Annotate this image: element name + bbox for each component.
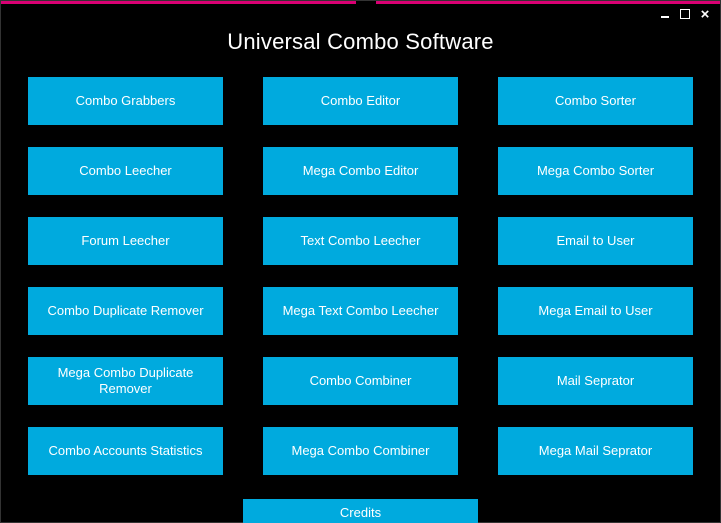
mail-seprator-button[interactable]: Mail Seprator <box>498 357 693 405</box>
mega-mail-seprator-button[interactable]: Mega Mail Seprator <box>498 427 693 475</box>
button-grid: Combo Grabbers Combo Editor Combo Sorter… <box>1 65 720 475</box>
mega-combo-editor-button[interactable]: Mega Combo Editor <box>263 147 458 195</box>
accent-bar-left <box>1 1 356 4</box>
minimize-button[interactable] <box>658 7 672 21</box>
forum-leecher-button[interactable]: Forum Leecher <box>28 217 223 265</box>
combo-accounts-statistics-button[interactable]: Combo Accounts Statistics <box>28 427 223 475</box>
email-to-user-button[interactable]: Email to User <box>498 217 693 265</box>
combo-combiner-button[interactable]: Combo Combiner <box>263 357 458 405</box>
text-combo-leecher-button[interactable]: Text Combo Leecher <box>263 217 458 265</box>
mega-combo-combiner-button[interactable]: Mega Combo Combiner <box>263 427 458 475</box>
combo-sorter-button[interactable]: Combo Sorter <box>498 77 693 125</box>
footer: Credits <box>1 499 720 523</box>
combo-duplicate-remover-button[interactable]: Combo Duplicate Remover <box>28 287 223 335</box>
credits-button[interactable]: Credits <box>243 499 478 523</box>
combo-grabbers-button[interactable]: Combo Grabbers <box>28 77 223 125</box>
maximize-button[interactable] <box>678 7 692 21</box>
mega-combo-sorter-button[interactable]: Mega Combo Sorter <box>498 147 693 195</box>
app-title: Universal Combo Software <box>1 1 720 65</box>
combo-editor-button[interactable]: Combo Editor <box>263 77 458 125</box>
window-controls: × <box>658 7 712 21</box>
close-button[interactable]: × <box>698 7 712 21</box>
mega-text-combo-leecher-button[interactable]: Mega Text Combo Leecher <box>263 287 458 335</box>
combo-leecher-button[interactable]: Combo Leecher <box>28 147 223 195</box>
accent-bar-right <box>376 1 720 4</box>
mega-email-to-user-button[interactable]: Mega Email to User <box>498 287 693 335</box>
app-window: × Universal Combo Software Combo Grabber… <box>0 0 721 523</box>
mega-combo-duplicate-remover-button[interactable]: Mega Combo Duplicate Remover <box>28 357 223 405</box>
